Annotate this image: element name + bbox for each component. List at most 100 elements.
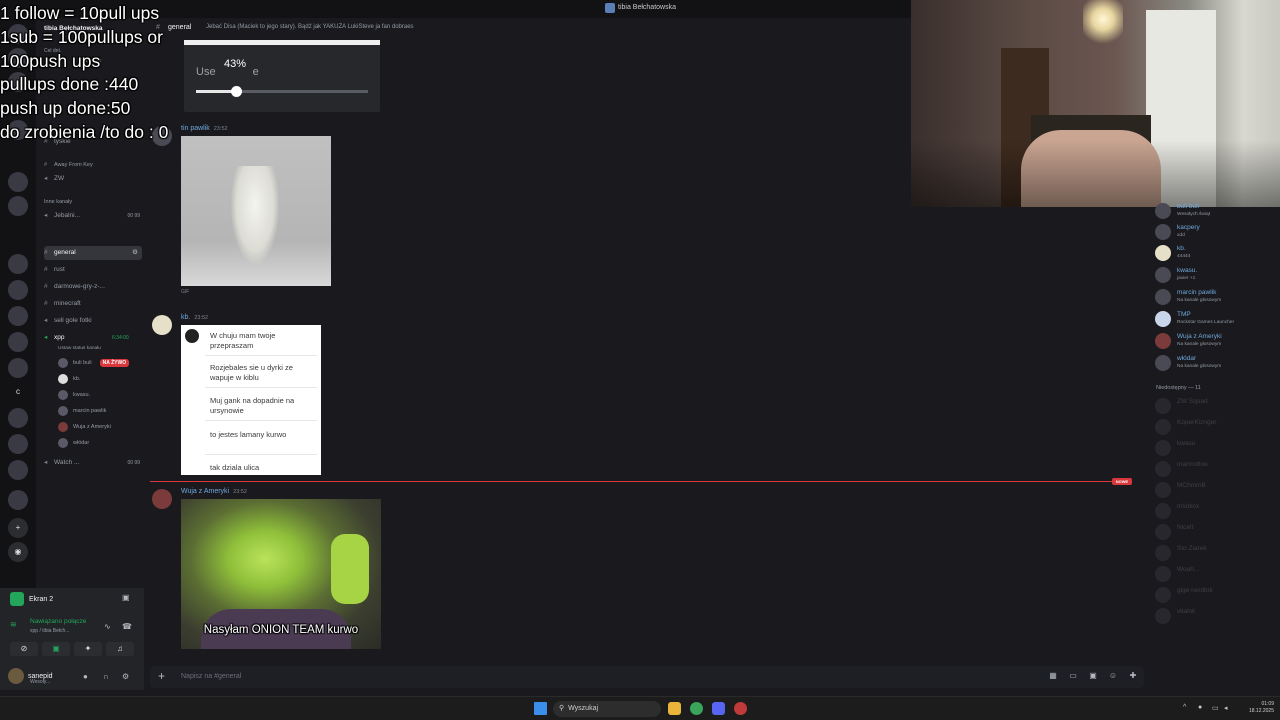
server-icon[interactable] — [8, 306, 28, 326]
channel-darmowe-gry[interactable]: # darmowe-gry-z-... — [44, 280, 142, 294]
gif-icon[interactable]: ▭ — [1068, 671, 1078, 681]
message-composer[interactable]: + Napisz na #general ▦ ▭ ▣ ☺ ✚ — [150, 666, 1144, 688]
settings-gear-icon[interactable]: ⚙ — [132, 246, 138, 260]
server-letter-icon[interactable]: c — [8, 382, 28, 402]
avatar — [1155, 566, 1171, 582]
slider-knob — [230, 86, 242, 97]
gif-attachment[interactable] — [181, 136, 331, 286]
hash-icon: # — [44, 249, 48, 256]
voice-user[interactable]: marcin pawlik — [58, 404, 106, 418]
voice-user[interactable]: Wuja z Ameryki — [58, 420, 111, 434]
category-inne-kanaly[interactable]: Inne kanały — [44, 195, 142, 209]
server-icon[interactable] — [8, 358, 28, 378]
meme-image[interactable]: Nasyłam ONION TEAM kurwo — [181, 499, 381, 649]
avatar[interactable] — [152, 489, 172, 509]
divider — [205, 454, 317, 455]
member-item-offline[interactable]: marmoltoe — [1155, 459, 1277, 479]
server-icon[interactable] — [8, 254, 28, 274]
server-icon[interactable] — [8, 460, 28, 480]
windows-start-icon[interactable] — [534, 702, 547, 715]
voice-user[interactable]: kwasu. — [58, 388, 90, 402]
member-item-offline[interactable]: ZW Squad — [1155, 396, 1277, 416]
note-line: tak dziala ulica — [210, 463, 260, 472]
clock[interactable]: 01:09 18.12.2025 — [1238, 701, 1274, 715]
voice-user[interactable]: buli buli NA ŻYWO — [58, 356, 130, 370]
channel-zw[interactable]: ◂ ZW — [44, 172, 142, 186]
taskbar-search[interactable]: ⚲ Wyszukaj — [553, 701, 661, 717]
file-explorer-icon[interactable] — [668, 702, 681, 715]
composer-placeholder[interactable]: Napisz na #general — [181, 673, 241, 680]
mic-icon[interactable]: ● — [83, 672, 88, 681]
disconnect-icon[interactable]: ☎ — [122, 622, 132, 631]
message-author[interactable]: Wuja z Ameryki 23:52 — [181, 488, 247, 495]
member-item[interactable]: kb. 44444 — [1155, 243, 1277, 263]
member-item-offline[interactable]: Woah... — [1155, 564, 1277, 584]
network-icon[interactable]: ▭ — [1212, 704, 1219, 712]
activities-button[interactable]: ✦ — [74, 642, 102, 656]
server-icon[interactable] — [8, 434, 28, 454]
member-item[interactable]: kacpery xdd — [1155, 222, 1277, 242]
camera-off-button[interactable]: ⊘ — [10, 642, 38, 656]
server-icon[interactable] — [8, 280, 28, 300]
speaker-icon: ◂ — [44, 334, 48, 341]
server-icon[interactable] — [8, 332, 28, 352]
voice-user[interactable]: kb. — [58, 372, 80, 386]
screen-share-button[interactable]: ▣ — [42, 642, 70, 656]
apps-icon[interactable]: ✚ — [1128, 671, 1138, 681]
channel-topic[interactable]: Jebać Disa (Maciek to jego stary). Bądź … — [206, 24, 414, 30]
server-icon[interactable] — [8, 408, 28, 428]
note-line: Muj gank na dopadnie na ursynowie — [210, 396, 295, 415]
note-line: Rozjebales sie u dyrki ze wapuje w kiblu — [210, 363, 293, 382]
member-item-offline[interactable]: kwasu — [1155, 438, 1277, 458]
channel-sell-gole-fotki[interactable]: ◂ sell gole fotki — [44, 314, 142, 328]
add-server-icon[interactable]: + — [8, 518, 28, 538]
channel-away-from-key[interactable]: # Away From Key — [44, 158, 142, 172]
voice-timer: 6:34:00 — [112, 335, 129, 341]
channel-rust[interactable]: # rust — [44, 263, 142, 277]
member-item[interactable]: kwasu. javier +1 — [1155, 265, 1277, 285]
member-item-offline[interactable]: KoperKiznger — [1155, 417, 1277, 437]
mic-tray-icon[interactable]: ● — [1198, 704, 1202, 711]
message-author[interactable]: kb. 23:52 — [181, 314, 208, 321]
channel-minecraft[interactable]: # minecraft — [44, 297, 142, 311]
member-item[interactable]: Wuja z Ameryki Na kanale głosowym — [1155, 331, 1277, 351]
member-item-offline[interactable]: mloblox — [1155, 501, 1277, 521]
notes-image[interactable]: W chuju mam twoje przepraszam Rozjebales… — [181, 325, 321, 475]
server-icon[interactable] — [8, 172, 28, 192]
emoji-icon[interactable]: ☺ — [1108, 671, 1118, 681]
member-item-offline[interactable]: Nicelt — [1155, 522, 1277, 542]
app-icon[interactable] — [734, 702, 747, 715]
chrome-icon[interactable] — [690, 702, 703, 715]
sticker-icon[interactable]: ▣ — [1088, 671, 1098, 681]
discover-icon[interactable]: ◉ — [8, 542, 28, 562]
member-item[interactable]: marcin pawlik Na kanale głosowym — [1155, 287, 1277, 307]
server-icon[interactable] — [8, 490, 28, 510]
member-item-offline[interactable]: MChmmB — [1155, 480, 1277, 500]
discord-icon[interactable] — [712, 702, 725, 715]
member-item-offline[interactable]: vitalok — [1155, 606, 1277, 626]
shadow — [911, 140, 1280, 207]
noise-suppression-icon[interactable]: ∿ — [104, 622, 111, 631]
screen-share-label[interactable]: Ekran 2 — [10, 592, 53, 606]
member-item[interactable]: TMP Rockstar Games Launcher — [1155, 309, 1277, 329]
volume-icon[interactable]: ◂ — [1224, 704, 1228, 712]
member-item[interactable]: włódar Na kanale głosowym — [1155, 353, 1277, 373]
voice-status-setter[interactable]: Ustaw status kanału — [58, 342, 156, 356]
headphones-icon[interactable]: ∩ — [103, 672, 109, 681]
avatar[interactable] — [152, 315, 172, 335]
member-item-offline[interactable]: Sto Ziarek — [1155, 543, 1277, 563]
voice-user[interactable]: włódar — [58, 436, 89, 450]
attach-plus-icon[interactable]: + — [158, 669, 165, 683]
user-settings-gear-icon[interactable]: ⚙ — [122, 672, 129, 681]
soundboard-button[interactable]: ♫ — [106, 642, 134, 656]
channel-watch[interactable]: ◂ Watch ... 00 99 — [44, 456, 142, 470]
channel-general[interactable]: # general ⚙ — [44, 246, 142, 260]
overlay-line: 100push ups — [0, 50, 101, 71]
member-item[interactable]: buli buli Wesołych świąt — [1155, 201, 1277, 221]
tray-chevron-icon[interactable]: ^ — [1183, 704, 1186, 711]
member-item-offline[interactable]: gige nerdtok — [1155, 585, 1277, 605]
server-icon[interactable] — [8, 196, 28, 216]
popout-icon[interactable]: ▣ — [122, 593, 130, 602]
channel-jebalni[interactable]: ◂ Jebalni... 00 99 — [44, 209, 142, 223]
gift-icon[interactable]: ▦ — [1048, 671, 1058, 681]
